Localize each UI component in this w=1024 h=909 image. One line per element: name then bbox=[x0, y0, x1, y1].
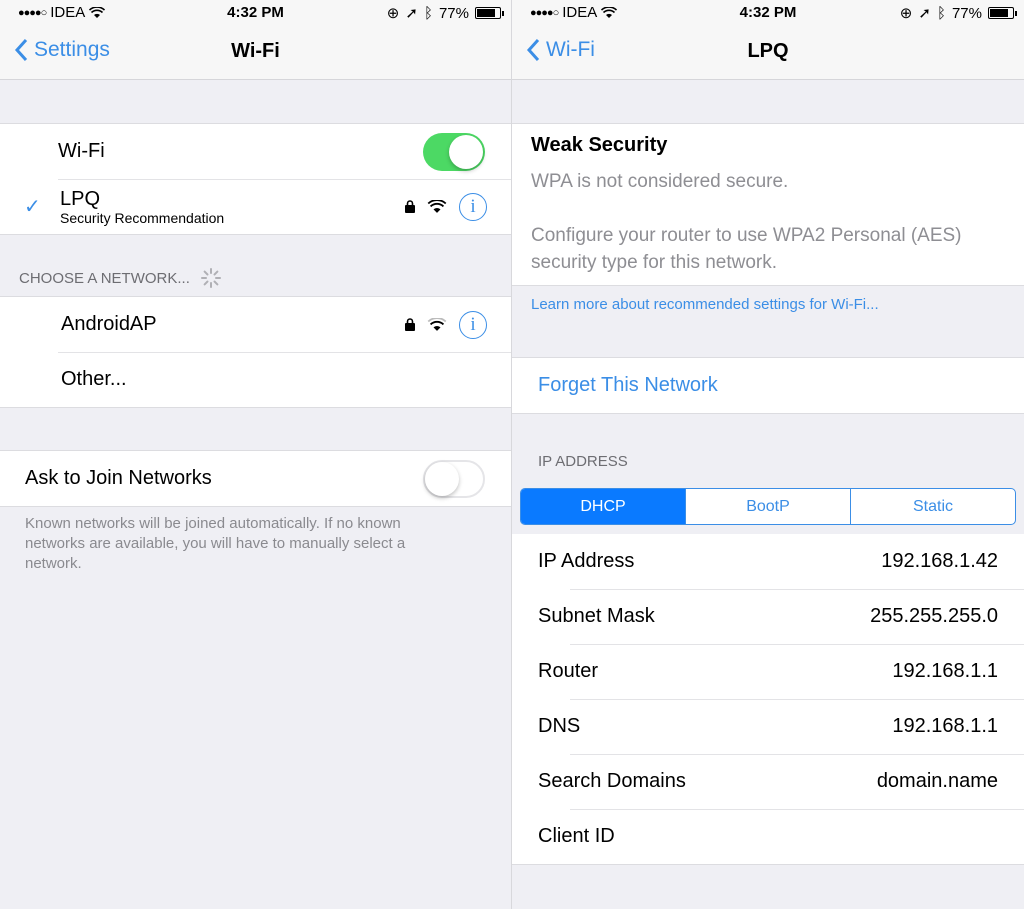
wifi-toggle-row: Wi-Fi bbox=[0, 124, 511, 179]
network-row-androidap[interactable]: AndroidAP i bbox=[0, 297, 511, 352]
lock-icon bbox=[405, 318, 415, 331]
choose-network-label: CHOOSE A NETWORK... bbox=[19, 269, 190, 287]
dns-row: DNS 192.168.1.1 bbox=[512, 699, 1024, 754]
navigation-bar: Wi-Fi LPQ bbox=[512, 28, 1024, 80]
status-bar: ●●●●○ IDEA 4:32 PM ⊕ ➚ ᛒ 77% bbox=[0, 0, 511, 28]
wifi-group: Wi-Fi ✓ LPQ Security Recommendation i bbox=[0, 123, 511, 235]
field-label: Router bbox=[538, 660, 599, 682]
ip-address-header-label: IP ADDRESS bbox=[538, 453, 628, 470]
field-value: 255.255.255.0 bbox=[870, 605, 998, 627]
router-row: Router 192.168.1.1 bbox=[512, 644, 1024, 699]
segment-dhcp[interactable]: DHCP bbox=[521, 489, 685, 524]
field-label: IP Address bbox=[538, 550, 635, 572]
info-icon: i bbox=[470, 195, 476, 217]
ask-to-join-toggle[interactable] bbox=[423, 459, 485, 498]
wifi-toggle[interactable] bbox=[423, 132, 485, 171]
client-id-row[interactable]: Client ID bbox=[512, 809, 1024, 864]
network-name: LPQ bbox=[60, 187, 101, 210]
weak-security-line1: WPA is not considered secure. bbox=[531, 171, 789, 192]
segment-static[interactable]: Static bbox=[850, 489, 1015, 524]
ask-join-group: Ask to Join Networks bbox=[0, 450, 511, 507]
location-icon: ➚ bbox=[405, 5, 418, 22]
location-icon: ➚ bbox=[918, 5, 931, 22]
field-value: 192.168.1.1 bbox=[892, 715, 998, 737]
network-subtitle: Security Recommendation bbox=[60, 209, 225, 226]
ask-to-join-row: Ask to Join Networks bbox=[0, 451, 511, 506]
loading-spinner-icon bbox=[200, 268, 221, 288]
battery-icon bbox=[475, 7, 504, 19]
lock-icon bbox=[405, 200, 415, 213]
battery-icon bbox=[988, 7, 1017, 19]
wifi-signal-icon bbox=[427, 317, 447, 331]
field-value: 192.168.1.1 bbox=[892, 660, 998, 682]
forget-network-button[interactable]: Forget This Network bbox=[512, 358, 1024, 413]
page-title: LPQ bbox=[747, 40, 789, 62]
connected-network-row[interactable]: ✓ LPQ Security Recommendation i bbox=[0, 179, 511, 234]
field-value: domain.name bbox=[876, 770, 998, 792]
weak-security-title: Weak Security bbox=[531, 134, 668, 156]
network-row-other[interactable]: Other... bbox=[0, 352, 511, 407]
info-button-androidap[interactable]: i bbox=[459, 310, 487, 339]
forget-network-label: Forget This Network bbox=[538, 374, 718, 396]
choose-network-header: CHOOSE A NETWORK... bbox=[19, 267, 222, 289]
learn-more-link[interactable]: Learn more about recommended settings fo… bbox=[531, 296, 879, 313]
networks-group: AndroidAP i Other... bbox=[0, 296, 511, 408]
status-bar: ●●●●○ IDEA 4:32 PM ⊕ ➚ ᛒ 77% bbox=[512, 0, 1024, 28]
segment-bootp[interactable]: BootP bbox=[685, 489, 850, 524]
wifi-settings-screen: ●●●●○ IDEA 4:32 PM ⊕ ➚ ᛒ 77% Settings Wi… bbox=[0, 0, 512, 909]
search-domains-row: Search Domains domain.name bbox=[512, 754, 1024, 809]
navigation-bar: Settings Wi-Fi bbox=[0, 28, 511, 80]
field-label: Client ID bbox=[538, 825, 615, 847]
weak-security-line2: Configure your router to use WPA2 Person… bbox=[531, 225, 962, 273]
other-network-label: Other... bbox=[61, 368, 127, 390]
forget-group: Forget This Network bbox=[512, 357, 1024, 414]
bluetooth-icon: ᛒ bbox=[936, 4, 946, 22]
info-icon: i bbox=[470, 313, 476, 335]
field-value: 192.168.1.42 bbox=[881, 550, 998, 572]
wifi-signal-icon bbox=[427, 199, 447, 213]
orientation-lock-icon: ⊕ bbox=[386, 5, 400, 22]
network-detail-screen: ●●●●○ IDEA 4:32 PM ⊕ ➚ ᛒ 77% Wi-Fi LPQ W… bbox=[512, 0, 1024, 909]
subnet-mask-row: Subnet Mask 255.255.255.0 bbox=[512, 589, 1024, 644]
info-button-lpq[interactable]: i bbox=[459, 192, 487, 221]
battery-percent: 77% bbox=[951, 4, 982, 22]
field-label: DNS bbox=[538, 715, 581, 737]
wifi-label: Wi-Fi bbox=[58, 140, 105, 162]
orientation-lock-icon: ⊕ bbox=[899, 5, 913, 22]
ask-to-join-footer: Known networks will be joined automatica… bbox=[25, 515, 406, 572]
ip-address-header: IP ADDRESS bbox=[538, 453, 628, 470]
page-title: Wi-Fi bbox=[231, 40, 280, 62]
ip-details-group: IP Address 192.168.1.42 Subnet Mask 255.… bbox=[512, 534, 1024, 865]
ip-mode-segmented-control: DHCP BootP Static bbox=[520, 488, 1016, 525]
security-warning-group: Weak Security WPA is not considered secu… bbox=[512, 123, 1024, 286]
field-label: Search Domains bbox=[538, 770, 686, 792]
bluetooth-icon: ᛒ bbox=[423, 4, 433, 22]
network-name: AndroidAP bbox=[61, 313, 157, 335]
checkmark-icon: ✓ bbox=[24, 196, 41, 218]
ask-to-join-label: Ask to Join Networks bbox=[25, 467, 212, 489]
field-label: Subnet Mask bbox=[538, 605, 655, 627]
battery-percent: 77% bbox=[438, 4, 469, 22]
ip-address-row: IP Address 192.168.1.42 bbox=[512, 534, 1024, 589]
